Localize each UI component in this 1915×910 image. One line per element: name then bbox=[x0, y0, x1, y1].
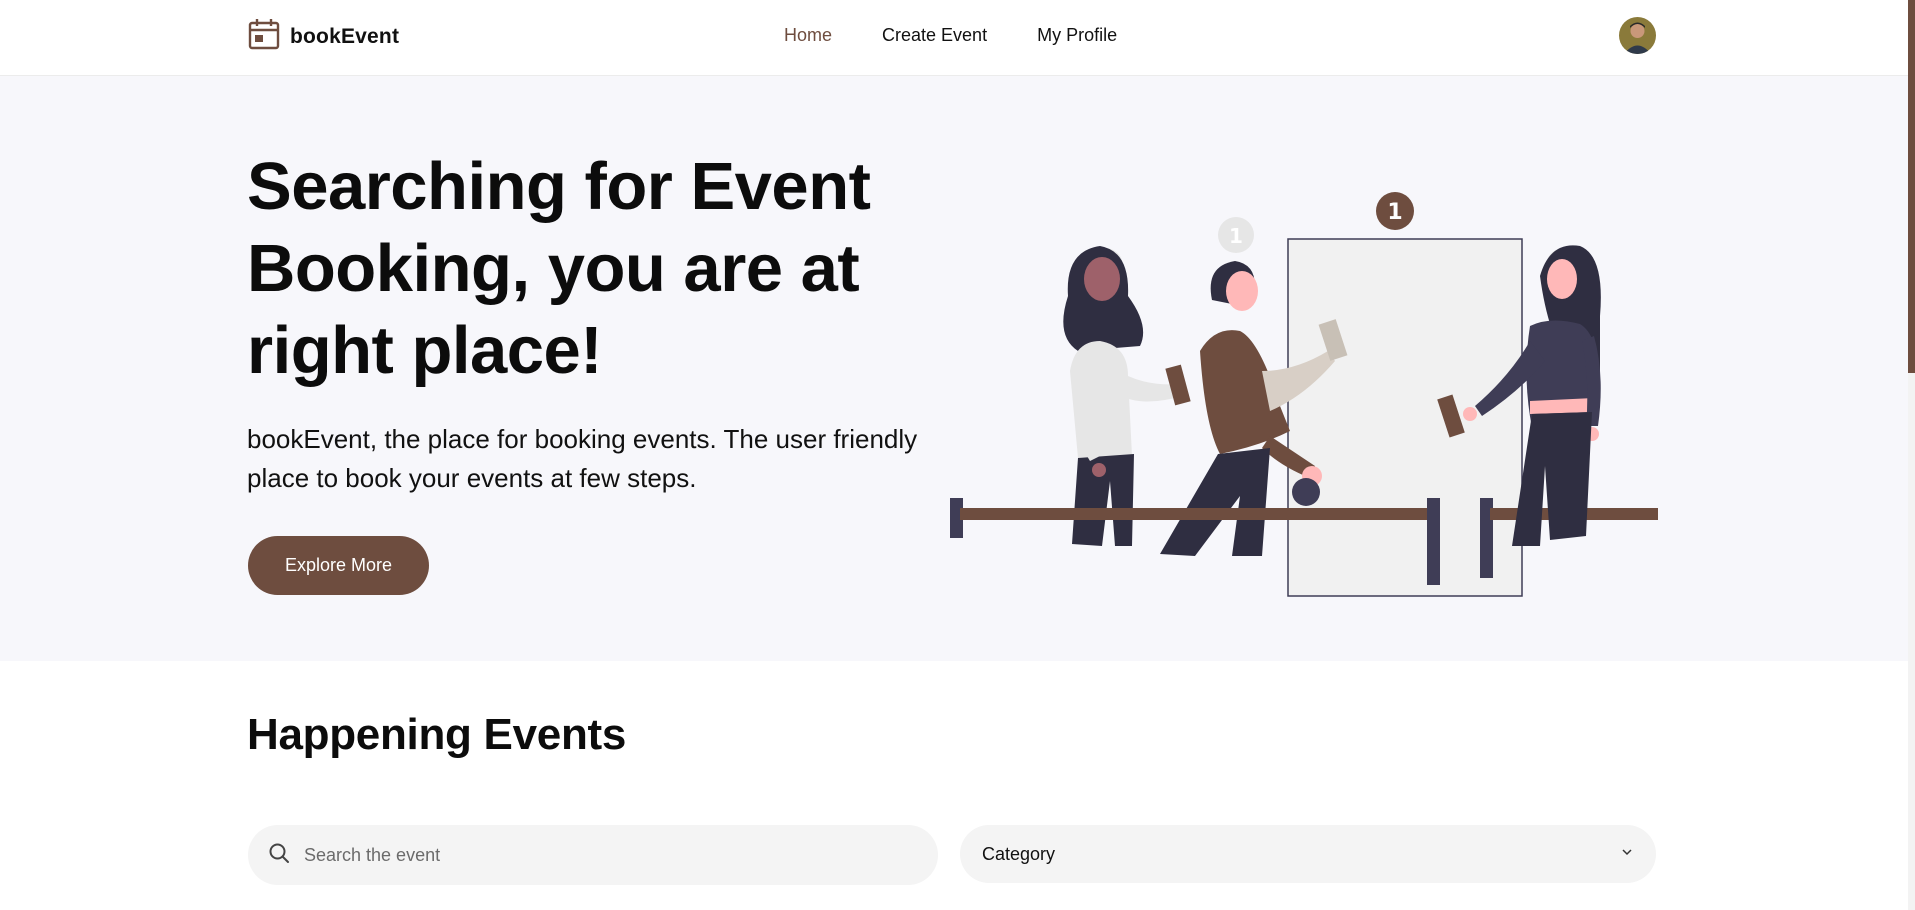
hero-section: Searching for Event Booking, you are at … bbox=[0, 76, 1908, 661]
category-select-value: Category bbox=[982, 843, 1056, 864]
event-search-box[interactable] bbox=[248, 825, 938, 885]
event-search-input[interactable] bbox=[304, 844, 904, 866]
happening-events-title: Happening Events bbox=[247, 710, 627, 759]
search-icon bbox=[268, 842, 290, 869]
category-select[interactable]: Category bbox=[960, 825, 1656, 883]
queue-badge-one: 1 bbox=[1218, 217, 1254, 253]
nav-create-event[interactable]: Create Event bbox=[882, 22, 987, 48]
brand-name: bookEvent bbox=[290, 24, 400, 48]
badge-1-text: 1 bbox=[1387, 200, 1402, 225]
hero-illustration: 1 1 2 3 bbox=[950, 136, 1658, 636]
explore-more-button[interactable]: Explore More bbox=[248, 536, 429, 595]
queue-badge-current: 1 bbox=[1376, 192, 1414, 230]
navbar: bookEvent Home Create Event My Profile bbox=[0, 0, 1908, 76]
user-avatar[interactable] bbox=[1619, 17, 1656, 54]
main-nav: Home Create Event My Profile bbox=[784, 22, 1117, 48]
hero-description: bookEvent, the place for booking events.… bbox=[247, 424, 918, 493]
nav-my-profile[interactable]: My Profile bbox=[1037, 22, 1117, 48]
nav-home[interactable]: Home bbox=[784, 22, 832, 48]
scrollbar-thumb[interactable] bbox=[1908, 0, 1915, 373]
chevron-down-icon bbox=[1620, 845, 1634, 864]
badge-2-text: 1 bbox=[1229, 224, 1243, 248]
calendar-icon bbox=[248, 18, 280, 55]
hero-title: Searching for Event Booking, you are at … bbox=[247, 149, 871, 388]
brand-logo[interactable]: bookEvent bbox=[248, 18, 399, 55]
